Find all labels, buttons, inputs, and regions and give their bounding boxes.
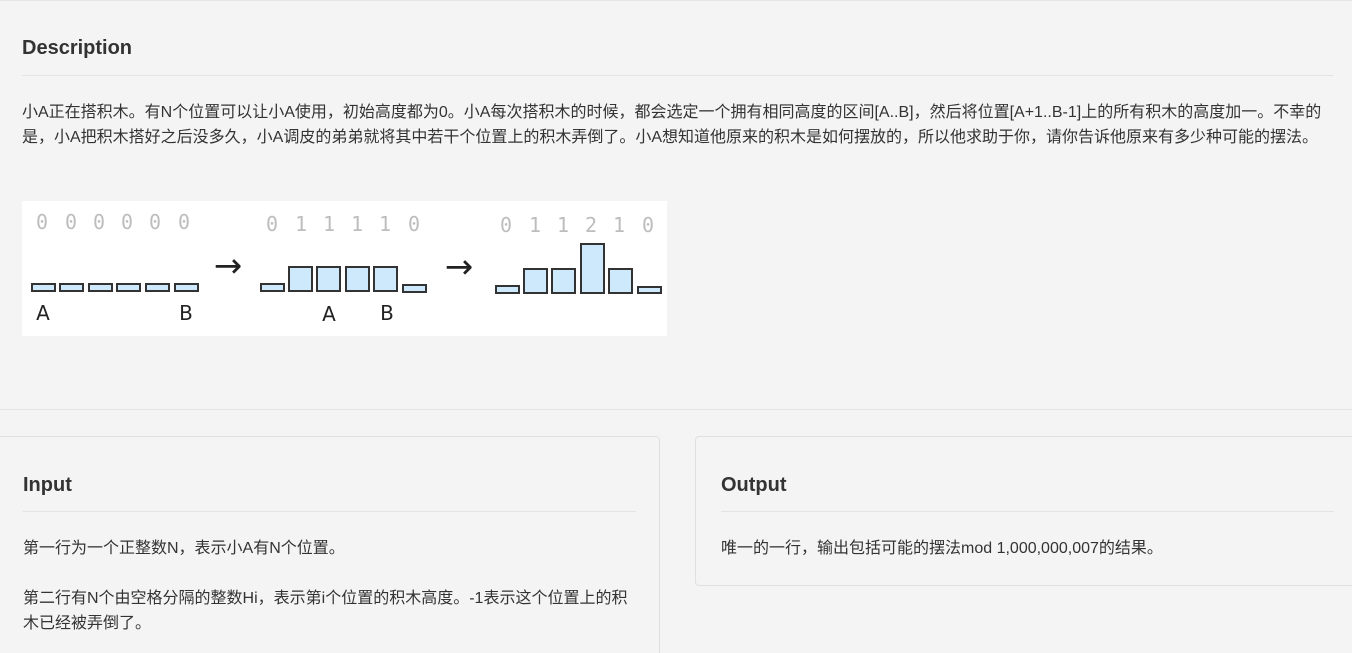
input-panel: Input 第一行为一个正整数N，表示小A有N个位置。 第二行有N个由空格分隔的… [0, 436, 660, 653]
stage2-height-3: 1 [351, 212, 363, 236]
arrow-1: → [214, 246, 243, 286]
stage3-height-2: 1 [557, 213, 569, 237]
output-heading: Output [721, 474, 787, 496]
stage1-block [174, 283, 199, 292]
description-text: 小A正在搭积木。有N个位置可以让小A使用，初始高度都为0。小A每次搭积木的时候，… [22, 104, 1322, 146]
stage3-height-1: 1 [529, 213, 541, 237]
stage2-height-5: 0 [408, 212, 420, 236]
stage3-block [580, 243, 605, 294]
input-line-1: 第一行为一个正整数N，表示小A有N个位置。 [23, 540, 345, 557]
output-panel: Output 唯一的一行，输出包括可能的摆法mod 1,000,000,007的… [695, 436, 1352, 586]
description-heading: Description [22, 37, 133, 59]
stage1-block [145, 283, 170, 292]
stage1-block [88, 283, 113, 292]
input-heading: Input [23, 474, 72, 496]
stage1-marker-a: A [36, 301, 50, 325]
stage2-height-0: 0 [266, 212, 278, 236]
stage3-height-5: 0 [642, 213, 654, 237]
stage2-height-1: 1 [295, 212, 307, 236]
stage3-block [523, 268, 548, 294]
stage2-block [402, 284, 427, 293]
stage1-height-4: 0 [149, 210, 161, 234]
figure-markers: A B A B [36, 301, 394, 326]
stage1-block [116, 283, 141, 292]
output-line-1: 唯一的一行，输出包括可能的摆法mod 1,000,000,007的结果。 [721, 540, 1163, 557]
figure-blocks [31, 243, 662, 294]
stage2-height-4: 1 [379, 212, 391, 236]
stage1-height-3: 0 [121, 210, 133, 234]
stage2-block [373, 266, 398, 292]
description-divider [22, 75, 1333, 76]
stage1-marker-b: B [179, 301, 193, 325]
stage2-block [260, 283, 285, 292]
stage1-block [59, 283, 84, 292]
stage3-block [637, 286, 662, 294]
arrow-2: → [445, 247, 474, 287]
input-divider [23, 511, 636, 512]
stage3-block [551, 268, 576, 294]
stage2-block [288, 266, 313, 292]
stage1-height-1: 0 [65, 210, 77, 234]
figure-arrows: → → [214, 246, 474, 287]
stage2-marker-a: A [322, 302, 336, 326]
stage3-height-4: 1 [613, 213, 625, 237]
blocks-illustration: 0 0 0 0 0 0 0 1 1 1 1 0 0 1 1 2 1 0 → → … [22, 201, 667, 336]
stage2-height-2: 1 [323, 212, 335, 236]
stage1-height-5: 0 [178, 210, 190, 234]
stage3-block [495, 285, 520, 294]
input-line-2: 第二行有N个由空格分隔的整数Hi，表示第i个位置的积木高度。-1表示这个位置上的… [23, 590, 628, 632]
stage1-block [31, 283, 56, 292]
output-divider [721, 511, 1334, 512]
figure-numbers: 0 0 0 0 0 0 0 1 1 1 1 0 0 1 1 2 1 0 [36, 210, 654, 237]
stage3-block [608, 268, 633, 294]
stage1-height-2: 0 [93, 210, 105, 234]
stage3-height-0: 0 [500, 213, 512, 237]
stage2-block [316, 266, 341, 292]
stage2-marker-b: B [380, 301, 394, 325]
stage3-height-3: 2 [585, 213, 597, 237]
stage1-height-0: 0 [36, 210, 48, 234]
problem-page: Description 小A正在搭积木。有N个位置可以让小A使用，初始高度都为0… [0, 0, 1352, 653]
stage2-block [345, 266, 370, 292]
blocks-figure-svg: 0 0 0 0 0 0 0 1 1 1 1 0 0 1 1 2 1 0 → → … [31, 210, 662, 326]
description-panel: Description 小A正在搭积木。有N个位置可以让小A使用，初始高度都为0… [0, 0, 1352, 410]
